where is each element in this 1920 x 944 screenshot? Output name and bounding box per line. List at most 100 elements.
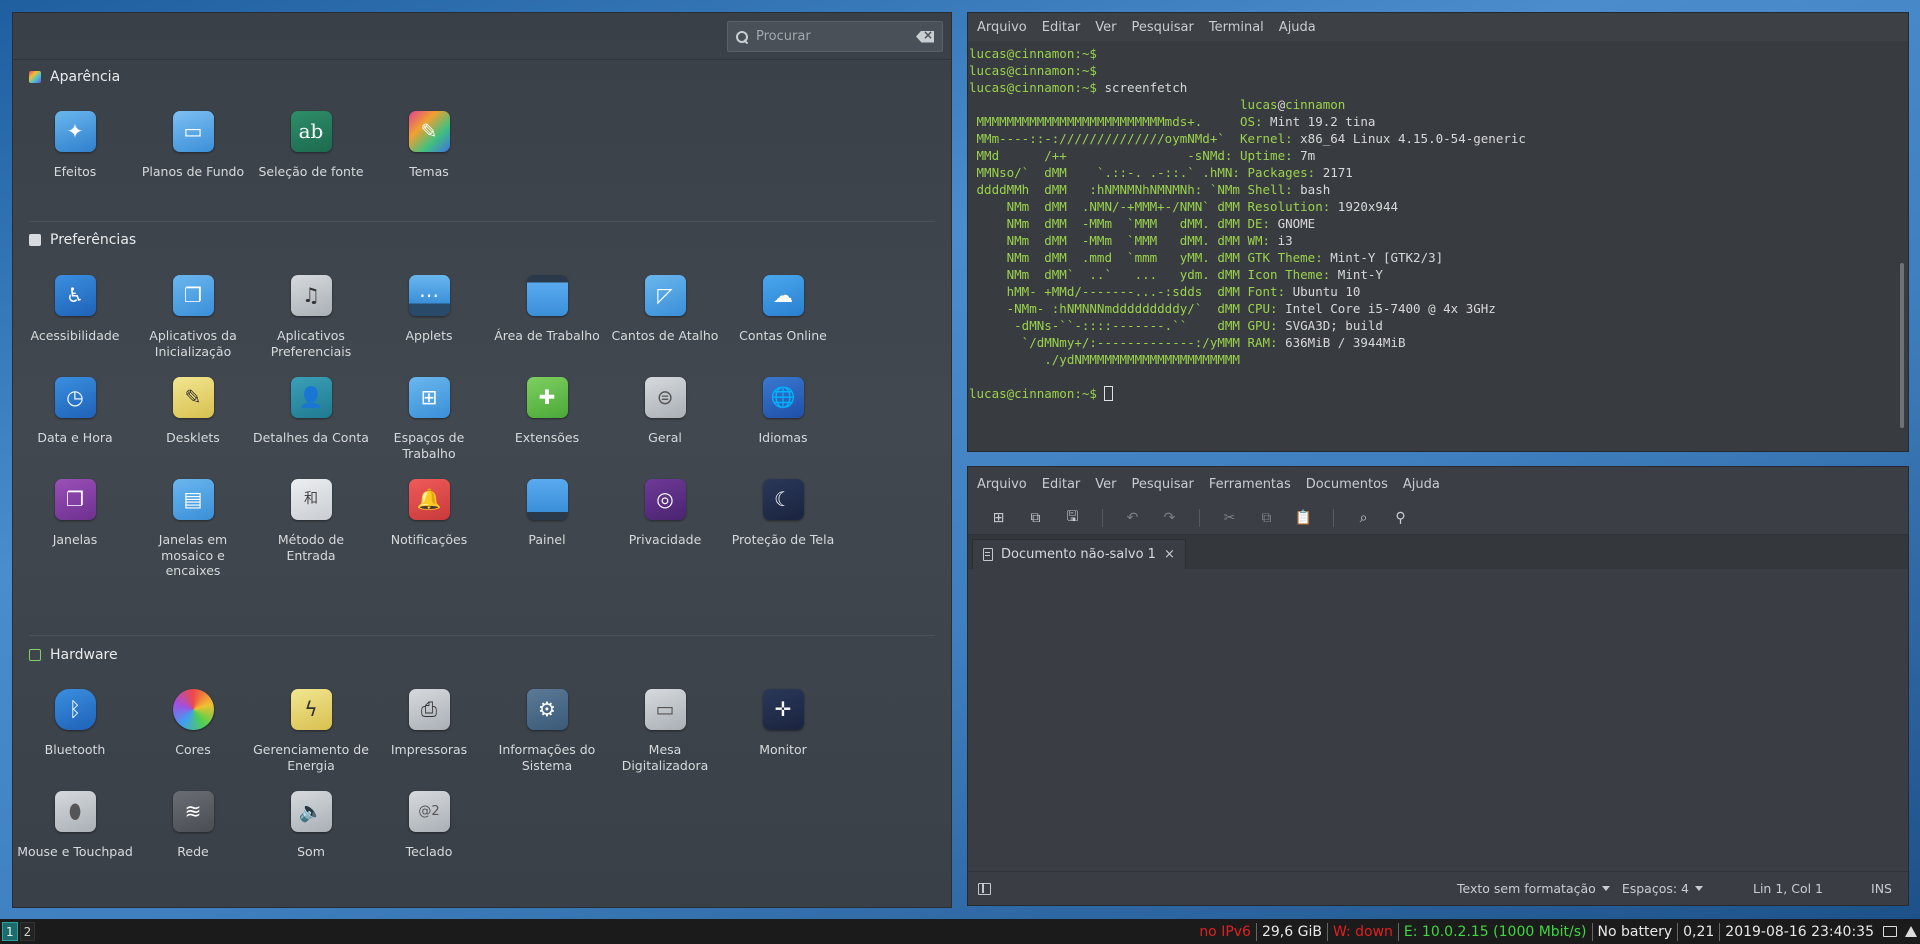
item-label: Cantos de Atalho: [611, 328, 719, 343]
search-icon[interactable]: ⌕: [1345, 506, 1382, 530]
editor-text-area[interactable]: [968, 569, 1908, 871]
menu-ajuda[interactable]: Ajuda: [1279, 20, 1316, 35]
startup-apps-icon: ❐: [172, 275, 214, 316]
search-field[interactable]: Procurar: [727, 21, 943, 52]
terminal-window[interactable]: Arquivo Editar Ver Pesquisar Terminal Aj…: [967, 12, 1909, 452]
settings-item-selecao-de-fonte[interactable]: ab Seleção de fonte: [252, 111, 370, 180]
menu-pesquisar[interactable]: Pesquisar: [1132, 20, 1194, 35]
info-user: lucas: [1239, 97, 1278, 112]
settings-item-rede[interactable]: ≋ Rede: [134, 791, 252, 860]
settings-item-mouse-e-touchpad[interactable]: ⬮ Mouse e Touchpad: [16, 791, 134, 860]
settings-item-teclado[interactable]: @2 Teclado: [370, 791, 488, 860]
tab-title: Documento não-salvo 1: [1001, 547, 1156, 562]
settings-item-metodo-de-entrada[interactable]: 和 Método de Entrada: [252, 479, 370, 563]
settings-item-notificacoes[interactable]: 🔔 Notificações: [370, 479, 488, 548]
settings-item-janelas[interactable]: ❐ Janelas: [16, 479, 134, 548]
workspaces-icon: ⊞: [408, 377, 450, 418]
open-document-icon[interactable]: ⧉: [1017, 506, 1054, 530]
undo-icon[interactable]: ↶: [1114, 506, 1151, 530]
settings-item-bluetooth[interactable]: ᛒ Bluetooth: [16, 689, 134, 758]
tab-width-selector[interactable]: Espaços: 4: [1622, 881, 1703, 896]
menu-editar[interactable]: Editar: [1042, 20, 1081, 35]
info-key: RAM:: [1247, 335, 1278, 350]
settings-item-acessibilidade[interactable]: ♿ Acessibilidade: [16, 275, 134, 344]
settings-item-idiomas[interactable]: 🌐 Idiomas: [724, 377, 842, 446]
settings-item-privacidade[interactable]: ◎ Privacidade: [606, 479, 724, 548]
settings-item-janelas-mosaico[interactable]: ▤ Janelas em mosaico e encaixes: [134, 479, 252, 579]
item-label: Espaços de Trabalho: [393, 430, 465, 461]
tray-network-icon[interactable]: [1905, 926, 1917, 937]
tray-window-icon[interactable]: [1883, 926, 1897, 937]
printer-icon: ⎙: [408, 689, 450, 730]
item-label: Mesa Digitalizadora: [621, 742, 709, 773]
settings-item-data-e-hora[interactable]: ◷ Data e Hora: [16, 377, 134, 446]
network-wifi-icon: ≋: [172, 791, 214, 832]
settings-item-detalhes-da-conta[interactable]: 👤 Detalhes da Conta: [252, 377, 370, 446]
menu-terminal[interactable]: Terminal: [1209, 20, 1264, 35]
terminal-output[interactable]: lucas@cinnamon:~$ lucas@cinnamon:~$ lucas@…: [968, 41, 1908, 402]
document-tab[interactable]: Documento não-salvo 1 ×: [972, 539, 1186, 569]
prompt: lucas@cinnamon:~$: [969, 63, 1097, 78]
search-replace-icon[interactable]: ⚲: [1382, 506, 1419, 530]
terminal-menubar: Arquivo Editar Ver Pesquisar Terminal Aj…: [968, 13, 1908, 41]
cursor-position: Lin 1, Col 1: [1753, 881, 1824, 896]
cut-icon[interactable]: ✂: [1211, 506, 1248, 530]
settings-item-geral[interactable]: ⊜ Geral: [606, 377, 724, 446]
settings-item-espacos-de-trabalho[interactable]: ⊞ Espaços de Trabalho: [370, 377, 488, 461]
languages-globe-icon: 🌐: [762, 377, 804, 418]
screenfetch-line: `/dMNmy+/:-------------:/yMMM RAM: 636Mi…: [969, 334, 1908, 351]
logo-line: ddddMMh dMM :hNMNMNhNMNMNh: `NMm: [969, 182, 1240, 197]
menu-editar[interactable]: Editar: [1042, 477, 1081, 492]
close-tab-icon[interactable]: ×: [1164, 547, 1175, 562]
section-label: Aparência: [50, 69, 121, 85]
menu-ver[interactable]: Ver: [1095, 20, 1116, 35]
side-panel-toggle-icon[interactable]: [978, 882, 991, 895]
menu-ver[interactable]: Ver: [1095, 477, 1116, 492]
menu-documentos[interactable]: Documentos: [1306, 477, 1388, 492]
menu-ajuda[interactable]: Ajuda: [1403, 477, 1440, 492]
info-value: 2171: [1315, 165, 1353, 180]
workspace-button[interactable]: 1: [2, 922, 18, 941]
new-document-icon[interactable]: ⊞: [980, 506, 1017, 530]
settings-item-desklets[interactable]: ✎ Desklets: [134, 377, 252, 446]
settings-item-applets[interactable]: ⋯ Applets: [370, 275, 488, 344]
settings-item-aplicativos-inicializacao[interactable]: ❐ Aplicativos da Inicialização: [134, 275, 252, 359]
clear-search-icon[interactable]: [916, 30, 934, 43]
settings-item-som[interactable]: 🔈 Som: [252, 791, 370, 860]
colors-icon: [172, 689, 214, 730]
info-value: bash: [1292, 182, 1331, 197]
workspace-button[interactable]: 2: [19, 922, 36, 941]
paste-icon[interactable]: 📋: [1285, 506, 1322, 530]
menu-arquivo[interactable]: Arquivo: [977, 477, 1027, 492]
language-selector[interactable]: Texto sem formatação: [1457, 881, 1610, 896]
settings-item-cantos-de-atalho[interactable]: ◸ Cantos de Atalho: [606, 275, 724, 344]
settings-item-gerenciamento-de-energia[interactable]: ϟ Gerenciamento de Energia: [252, 689, 370, 773]
copy-icon[interactable]: ⧉: [1248, 506, 1285, 530]
settings-item-contas-online[interactable]: ☁ Contas Online: [724, 275, 842, 344]
menu-ferramentas[interactable]: Ferramentas: [1209, 477, 1291, 492]
menu-pesquisar[interactable]: Pesquisar: [1132, 477, 1194, 492]
settings-item-area-de-trabalho[interactable]: Área de Trabalho: [488, 275, 606, 344]
settings-item-extensoes[interactable]: ✚ Extensões: [488, 377, 606, 446]
settings-item-mesa-digitalizadora[interactable]: ▭ Mesa Digitalizadora: [606, 689, 724, 773]
settings-item-aplicativos-preferenciais[interactable]: ♫ Aplicativos Preferenciais: [252, 275, 370, 359]
redo-icon[interactable]: ↷: [1151, 506, 1188, 530]
info-key: Packages:: [1247, 165, 1316, 180]
screenfetch-line: NMm dMM .mmd `mmm yMM. dMM GTK Theme: Mi…: [969, 249, 1908, 266]
settings-item-temas[interactable]: ✎ Temas: [370, 111, 488, 180]
settings-item-impressoras[interactable]: ⎙ Impressoras: [370, 689, 488, 758]
wifi-status: W: down: [1332, 923, 1393, 940]
settings-item-monitor[interactable]: ✛ Monitor: [724, 689, 842, 758]
settings-item-planos-de-fundo[interactable]: ▭ Planos de Fundo: [134, 111, 252, 180]
screenfetch-line: MMm----::-://////////////oymNMd+` Kernel…: [969, 130, 1908, 147]
settings-item-efeitos[interactable]: ✦ Efeitos: [16, 111, 134, 180]
settings-item-painel[interactable]: Painel: [488, 479, 606, 548]
menu-arquivo[interactable]: Arquivo: [977, 20, 1027, 35]
save-icon[interactable]: 🖫: [1054, 506, 1091, 530]
settings-item-cores[interactable]: Cores: [134, 689, 252, 758]
section-title-hardware: Hardware: [13, 644, 118, 666]
settings-item-informacoes-do-sistema[interactable]: ⚙ Informações do Sistema: [488, 689, 606, 773]
terminal-scrollbar[interactable]: [1900, 263, 1904, 428]
settings-item-protecao-de-tela[interactable]: ☾ Proteção de Tela: [724, 479, 842, 548]
screenfetch-line: -NMm- :hNMNNNmdddddddddy/` dMM CPU: Inte…: [969, 300, 1908, 317]
